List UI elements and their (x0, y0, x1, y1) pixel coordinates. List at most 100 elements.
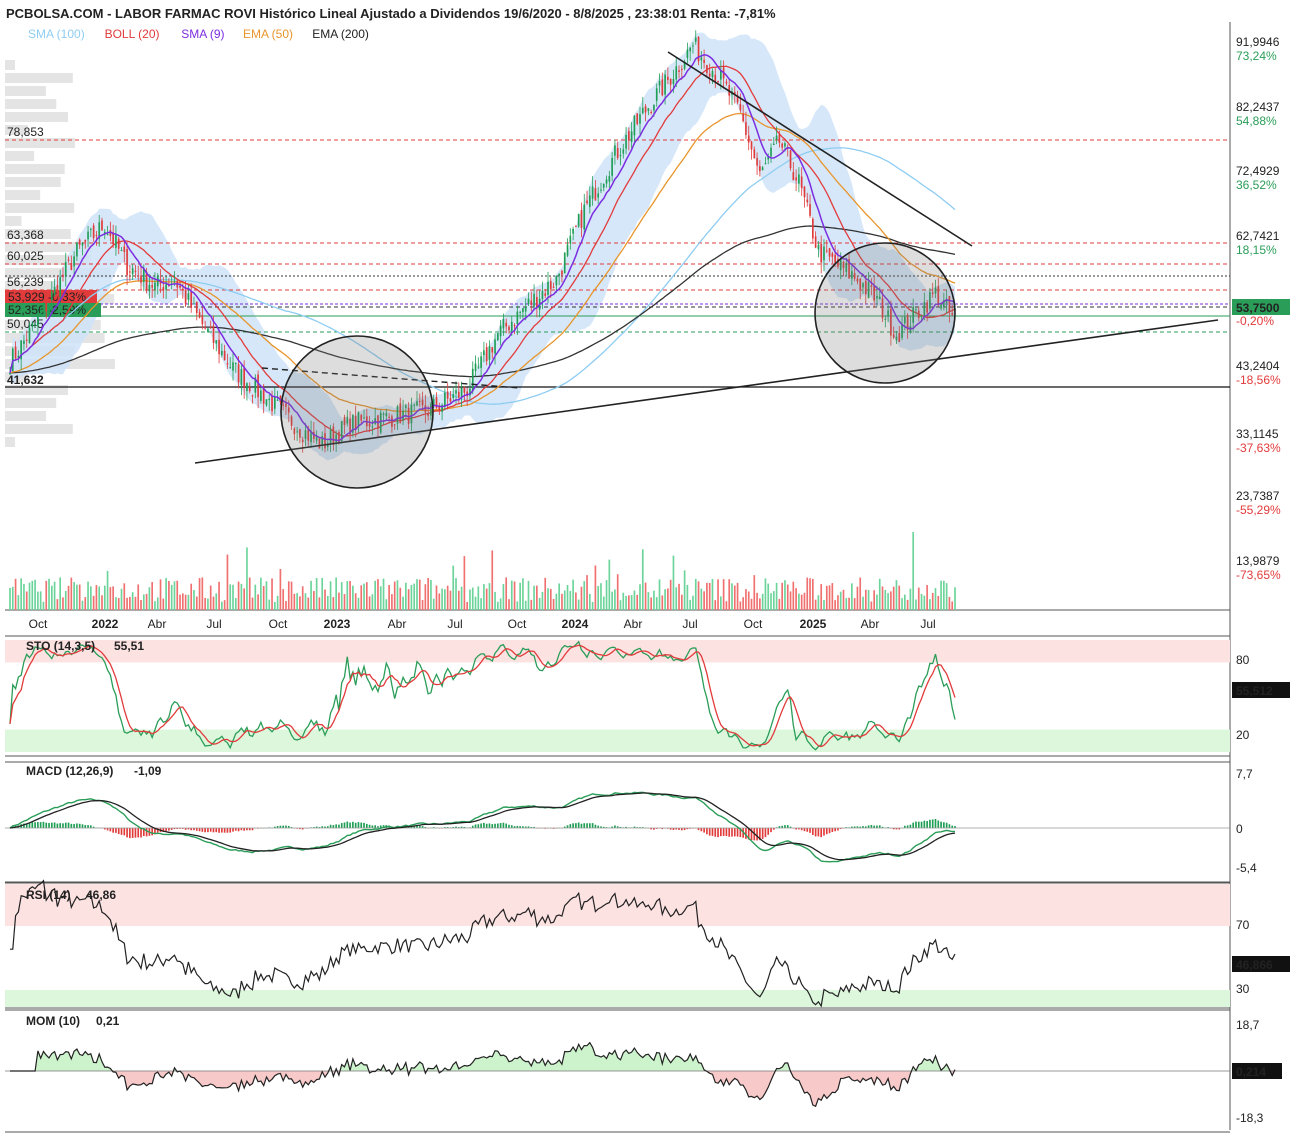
candle-body (37, 316, 39, 327)
volume-bar (315, 578, 318, 610)
volume-bar (622, 592, 625, 610)
volume-bar (633, 590, 636, 610)
candle-body (198, 312, 201, 318)
candle-body (115, 235, 117, 248)
macd-hist-bar (87, 825, 89, 828)
candle-body (221, 350, 223, 356)
volume-bar (276, 595, 279, 610)
volume-bar (310, 580, 312, 610)
candle-body (516, 311, 519, 325)
volume-bar (483, 584, 485, 610)
macd-hist-bar (703, 828, 705, 833)
macd-hist-bar (728, 828, 731, 837)
macd-hist-bar (566, 825, 569, 828)
volume-bar (505, 577, 508, 610)
candle-body (714, 74, 717, 82)
candle-body (772, 143, 775, 146)
macd-hist-bar (115, 828, 117, 833)
volume-bar (212, 596, 215, 610)
volume-bar (240, 583, 243, 610)
candle-body (653, 104, 655, 111)
candle-body (137, 275, 140, 277)
volume-bar (195, 596, 198, 610)
volume-bar (667, 588, 669, 610)
candle-body (566, 244, 569, 256)
macd-hist-bar (943, 822, 945, 828)
candle-body (505, 322, 508, 327)
candle-body (639, 114, 641, 124)
candle-body (477, 366, 480, 368)
volume-bar (647, 592, 650, 610)
volume-bar (271, 578, 273, 610)
volume-bar (53, 581, 56, 610)
macd-hist-bar (67, 822, 70, 828)
volume-bar (742, 597, 744, 610)
volume-bar (204, 597, 206, 610)
volume-bar (335, 577, 337, 610)
candle-body (42, 303, 45, 312)
volume-bar (764, 578, 767, 610)
volume-bar (103, 585, 106, 610)
macd-hist-bar (56, 823, 59, 828)
volume-bar (683, 570, 686, 610)
candle-body (759, 166, 761, 172)
macd-hist-bar (131, 828, 134, 838)
price-axis-label: 72,4929 (1236, 164, 1280, 178)
volume-bar (834, 600, 836, 610)
price-axis-label: 13,9879 (1236, 554, 1280, 568)
candle-body (148, 284, 151, 292)
x-axis-label: 2023 (324, 617, 351, 631)
volume-bar (391, 594, 393, 610)
volume-bar (421, 600, 424, 610)
macd-hist-bar (34, 822, 36, 828)
candle-body (750, 141, 753, 150)
volume-bar (714, 600, 717, 610)
candle-body (193, 303, 195, 305)
volume-bar (407, 589, 410, 610)
volume-bar (496, 601, 499, 610)
candle-body (778, 134, 781, 143)
volume-bar (134, 596, 137, 610)
volume-bar (739, 601, 742, 610)
macd-hist-bar (37, 822, 39, 828)
volume-bar (733, 585, 736, 610)
volume-bar (151, 582, 154, 610)
candle-body (209, 326, 212, 328)
volume-bar (142, 594, 145, 610)
mom-bottom: -18,3 (1236, 1111, 1264, 1125)
macd-hist-bar (53, 822, 56, 828)
candle-body (488, 346, 491, 360)
candle-body (530, 300, 533, 305)
mom-top: 18,7 (1236, 1018, 1260, 1032)
macd-hist-bar (917, 821, 920, 828)
macd-hist-bar (48, 823, 50, 828)
candle-body (444, 392, 446, 407)
macd-hist-bar (198, 828, 201, 832)
candle-body (739, 104, 742, 111)
legend-item: EMA (50) (243, 27, 293, 41)
candle-body (692, 45, 694, 47)
volume-bar (736, 582, 739, 610)
candle-body (725, 81, 728, 84)
volume-bar (416, 579, 418, 610)
macd-hist-bar (338, 824, 340, 828)
volume-bar (469, 589, 471, 610)
volume-bar (901, 598, 903, 610)
volume-bar (619, 600, 622, 610)
volume-bar (499, 598, 502, 610)
volume-bar (851, 583, 853, 610)
macd-hist-bar (733, 828, 736, 837)
macd-hist-bar (70, 823, 73, 828)
macd-hist-bar (731, 828, 733, 837)
candle-body (547, 281, 549, 295)
price-axis-pct: 18,15% (1236, 243, 1277, 257)
volume-bar (455, 578, 457, 610)
candle-body (672, 78, 675, 85)
chart-canvas: PCBOLSA.COM - LABOR FARMAC ROVI Históric… (5, 6, 1290, 1133)
macd-hist-bar (237, 828, 240, 832)
candle-body (120, 250, 123, 252)
volume-profile-bar (5, 398, 57, 408)
macd-hist-bar (736, 828, 739, 837)
volume-bar (173, 581, 176, 610)
macd-hist-bar (207, 828, 209, 833)
